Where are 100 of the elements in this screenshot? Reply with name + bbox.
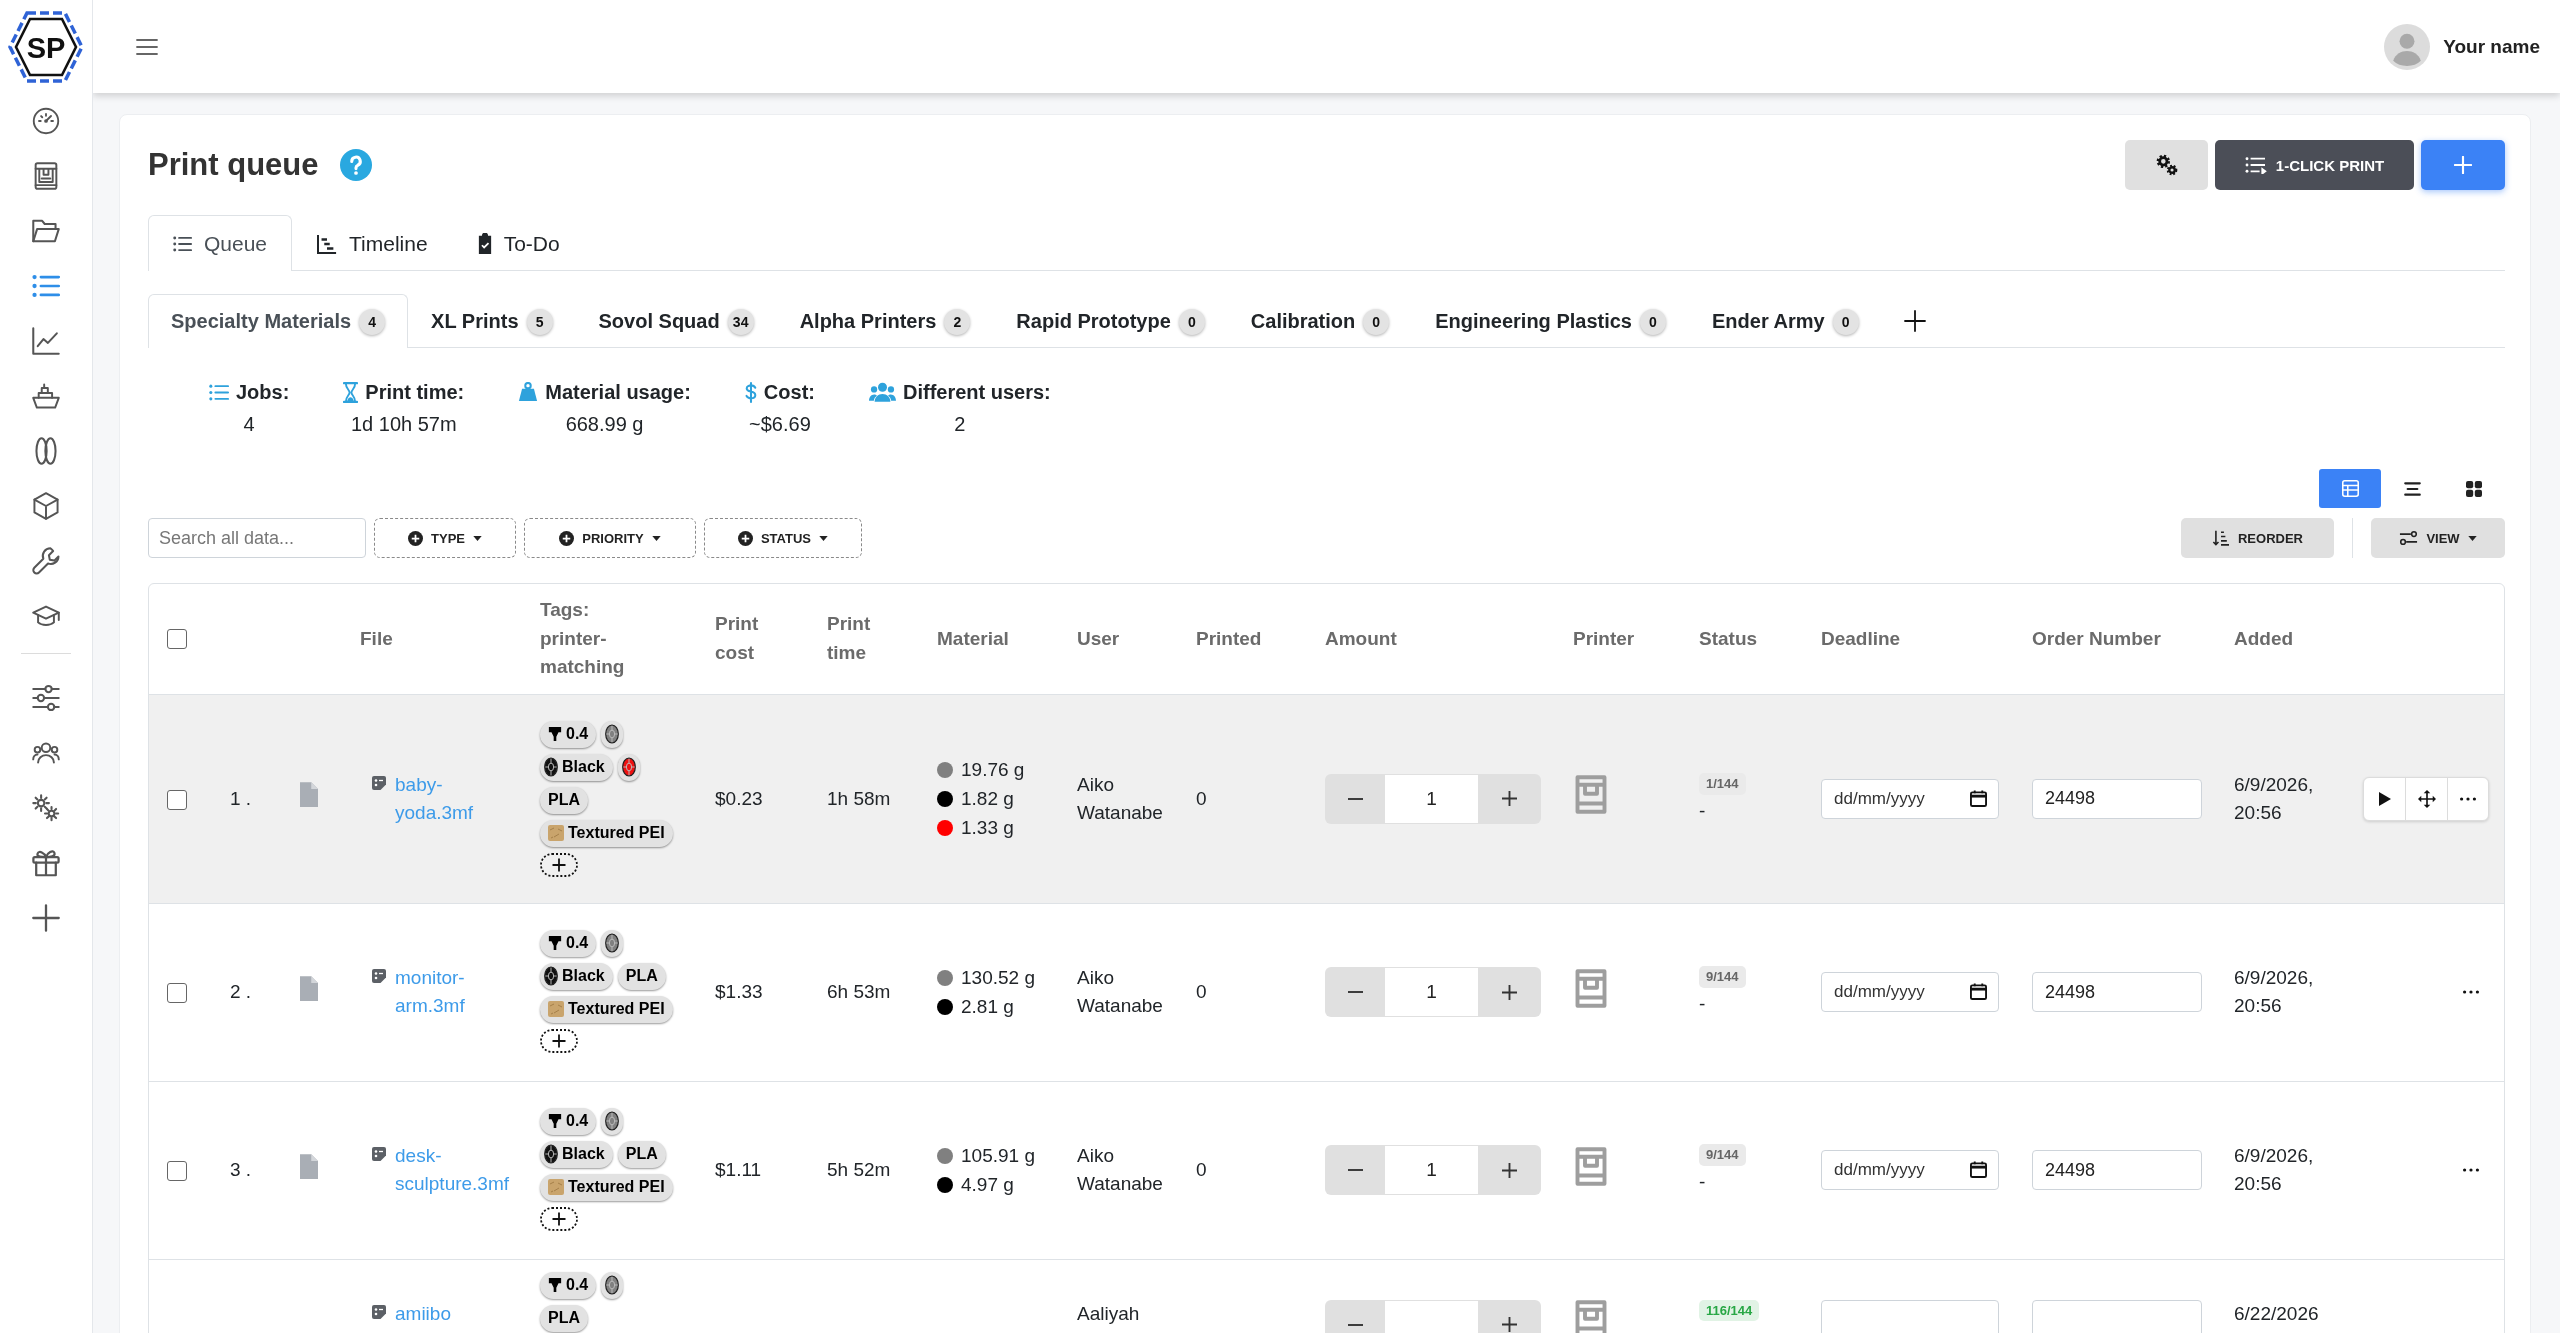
amount-input[interactable]: 1 (1385, 773, 1478, 824)
more-icon (2463, 1168, 2479, 1172)
order-number-input[interactable]: 24498 (2032, 778, 2202, 819)
checkbox[interactable] (167, 629, 187, 650)
reorder-button[interactable]: REORDER (2181, 518, 2334, 558)
document-icon (300, 782, 318, 808)
material-tag[interactable]: PLA (617, 962, 666, 990)
printer-icon (1573, 775, 1609, 815)
timeline-icon (317, 233, 338, 254)
cube-icon[interactable] (32, 491, 60, 520)
settings-button[interactable] (2125, 140, 2208, 190)
minus-icon (1347, 1169, 1363, 1171)
date-input[interactable]: dd/mm/yyyy (1821, 1150, 1999, 1190)
nozzle-tag[interactable]: 0.4 (540, 1271, 597, 1299)
order-number-input[interactable]: 24498 (2032, 972, 2202, 1012)
nozzle-icon (548, 935, 562, 951)
tab[interactable]: Timeline (292, 215, 453, 271)
count-badge: 4 (359, 308, 386, 335)
move-icon (2417, 789, 2436, 808)
calendar-icon[interactable] (1970, 983, 1987, 1000)
stat-value: 668.99 g (565, 412, 644, 437)
gears-icon[interactable] (32, 793, 60, 822)
calendar-icon[interactable] (1970, 1161, 1987, 1178)
one-click-print-button[interactable]: 1-CLICK PRINT (2215, 140, 2414, 190)
plate-tag[interactable]: Textured PEI (540, 995, 673, 1023)
filter-button[interactable]: TYPE (374, 518, 516, 558)
increment-button[interactable] (1478, 773, 1541, 824)
tab[interactable]: Ender Army 0 (1689, 294, 1882, 348)
count-badge: 5 (526, 308, 553, 335)
user-name: Aiko Watanabe (1077, 1145, 1163, 1194)
tab[interactable]: Specialty Materials 4 (148, 294, 409, 348)
date-input[interactable] (1821, 1299, 1999, 1333)
wrench-icon[interactable] (32, 546, 60, 575)
view-button[interactable]: VIEW (2371, 518, 2505, 558)
order-number-input[interactable] (2032, 1299, 2202, 1333)
note-icon (371, 774, 387, 791)
menu-icon[interactable] (136, 38, 158, 55)
calendar-icon[interactable] (1970, 789, 1987, 807)
app-logo[interactable]: SP (8, 11, 84, 83)
stat-value: 1d 10h 57m (350, 412, 457, 437)
stat-value: ~$6.69 (749, 412, 811, 437)
user-name[interactable]: Your name (2443, 35, 2540, 58)
gauge-icon[interactable] (32, 106, 60, 135)
plate-tag[interactable]: Textured PEI (540, 819, 673, 847)
count-badge: 2 (944, 308, 971, 335)
gift-icon[interactable] (32, 848, 60, 877)
amount-input[interactable]: 1 (1385, 967, 1478, 1017)
help-icon[interactable] (339, 149, 372, 181)
filament-tag[interactable]: Black (540, 753, 613, 781)
tab[interactable]: Calibration 0 (1227, 294, 1413, 348)
count-badge: 0 (1178, 308, 1205, 335)
filament-tag[interactable]: Black (540, 962, 613, 990)
checkbox[interactable] (167, 789, 187, 810)
add-tag-icon[interactable] (540, 1206, 578, 1231)
column-heading: Tags: printer-matching (540, 598, 626, 679)
amount-input[interactable]: 1 (1385, 1145, 1478, 1195)
clipboard-check-icon (477, 233, 492, 254)
filter-button[interactable]: STATUS (704, 518, 862, 558)
date-input[interactable]: dd/mm/yyyy (1821, 972, 1999, 1012)
add-tag-icon[interactable] (540, 1028, 578, 1053)
material-tag[interactable]: PLA (540, 786, 588, 814)
filament-tag[interactable]: Black (540, 1140, 613, 1168)
lines-icon (2403, 481, 2421, 496)
plus-icon[interactable] (1903, 309, 1926, 332)
checkbox[interactable] (167, 983, 187, 1004)
date-input[interactable]: dd/mm/yyyy (1821, 778, 1999, 819)
order-number-input[interactable]: 24498 (2032, 1150, 2202, 1190)
tab[interactable]: Sovol Squad 34 (575, 294, 777, 348)
add-tag-icon[interactable] (540, 852, 578, 877)
printed-count: 0 (1196, 1159, 1207, 1181)
nozzle-icon (548, 1277, 562, 1293)
material-tag[interactable]: PLA (617, 1140, 666, 1168)
tab[interactable]: Rapid Prototype 0 (993, 294, 1228, 348)
more-icon (2463, 990, 2479, 994)
boat-icon[interactable] (32, 381, 60, 410)
spools-icon[interactable] (32, 436, 60, 465)
search-input[interactable]: Search all data... (148, 518, 366, 558)
count-badge: 34 (727, 308, 754, 335)
plus-icon[interactable] (32, 903, 60, 932)
nozzle-tag[interactable]: 0.4 (540, 929, 597, 957)
tab[interactable]: Queue (148, 215, 293, 271)
table-layout-button[interactable] (2319, 469, 2381, 508)
plus-icon (1502, 1162, 1517, 1178)
line-chart-icon[interactable] (32, 326, 60, 355)
plate-tag[interactable]: Textured PEI (540, 1173, 673, 1201)
tab[interactable]: Engineering Plastics 0 (1412, 294, 1689, 348)
sliders-icon[interactable] (32, 683, 60, 712)
plate-swatch-icon (548, 1179, 564, 1195)
material-tag[interactable]: PLA (540, 1304, 588, 1332)
tab[interactable]: XL Prints 5 (408, 294, 576, 348)
nozzle-tag[interactable]: 0.4 (540, 1107, 597, 1135)
checkbox[interactable] (167, 1161, 187, 1182)
nozzle-tag[interactable]: 0.4 (540, 720, 597, 748)
added-time: 6/22/2026 (2234, 1302, 2319, 1324)
gears-icon (2155, 154, 2178, 176)
tab[interactable]: To-Do (452, 215, 585, 271)
tab[interactable]: Alpha Printers 2 (776, 294, 994, 348)
material-weight: 1.82 g (961, 787, 1014, 811)
printer-icon[interactable] (32, 161, 60, 190)
filter-button[interactable]: PRIORITY (524, 518, 696, 558)
